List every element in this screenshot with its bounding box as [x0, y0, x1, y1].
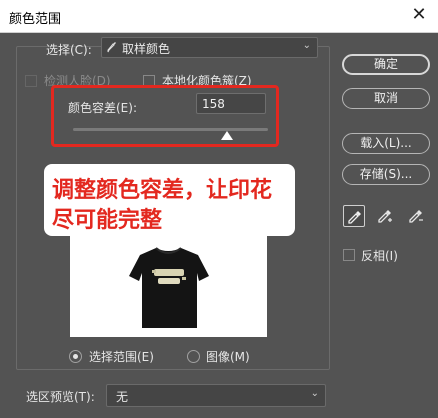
eyedropper-minus-icon	[409, 210, 423, 223]
eyedropper-plus-icon	[378, 210, 392, 223]
select-value: 取样颜色	[122, 42, 171, 56]
selection-preview-image	[70, 233, 267, 337]
detect-faces-checkbox[interactable]	[25, 75, 37, 87]
annotation-line-1: 调整颜色容差，让印花	[52, 178, 273, 203]
select-label: 选择(C):	[46, 43, 92, 57]
chevron-down-icon: ⌄	[310, 388, 319, 399]
annotation-line-2: 尽可能完整	[52, 208, 163, 233]
selection-preview-value: 无	[116, 390, 129, 404]
eyedropper-icon	[348, 211, 361, 224]
cancel-button[interactable]: 取消	[342, 88, 430, 109]
selection-preview-label: 选区预览(T):	[26, 390, 95, 404]
ok-button[interactable]: 确定	[342, 54, 430, 75]
tshirt-image	[129, 247, 209, 328]
radio-selection-label: 选择范围(E)	[89, 350, 154, 364]
close-icon[interactable]: ✕	[408, 4, 430, 26]
select-dropdown[interactable]: 取样颜色 ⌄	[101, 37, 318, 58]
annotation-card: 调整颜色容差，让印花 尽可能完整	[44, 164, 295, 236]
chevron-down-icon: ⌄	[302, 40, 311, 51]
title-bar: 颜色范围 ✕	[0, 0, 438, 33]
eyedropper-icon	[107, 42, 116, 53]
eyedropper-plus-tool[interactable]	[374, 205, 396, 227]
invert-checkbox[interactable]	[343, 249, 355, 261]
save-button[interactable]: 存储(S)...	[342, 164, 430, 185]
highlight-box	[51, 85, 279, 147]
radio-selection[interactable]	[69, 350, 82, 363]
radio-image[interactable]	[187, 350, 200, 363]
load-button[interactable]: 载入(L)...	[342, 133, 430, 154]
radio-image-label: 图像(M)	[206, 350, 250, 364]
selection-preview-dropdown[interactable]: 无 ⌄	[106, 384, 326, 407]
eyedropper-tool[interactable]	[343, 205, 365, 227]
dialog-title: 颜色范围	[9, 12, 62, 27]
invert-label: 反相(I)	[361, 249, 398, 263]
eyedropper-minus-tool[interactable]	[405, 205, 427, 227]
color-range-dialog: 颜色范围 ✕ 选择(C): 取样颜色 ⌄ 检测人脸(D) 本地化颜色簇(Z) 颜…	[0, 0, 438, 418]
